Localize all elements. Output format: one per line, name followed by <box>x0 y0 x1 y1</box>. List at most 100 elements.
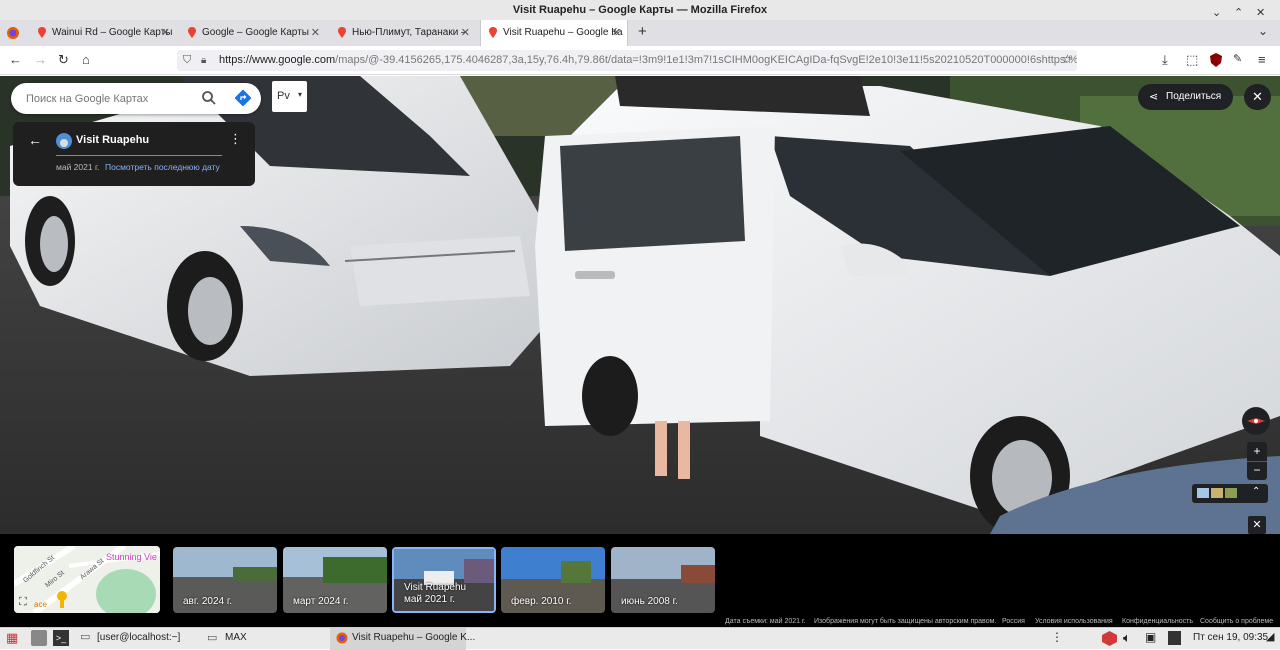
caret-down-icon: ▾ <box>297 90 302 99</box>
timeline-card-mar-2024[interactable]: март 2024 г. <box>283 547 387 613</box>
share-button[interactable]: ⋖ Поделиться <box>1138 84 1233 110</box>
extensions-icon[interactable]: ⬚ <box>1186 52 1198 68</box>
os-taskbar: ▦ >_ ▭ [user@localhost:~] ▭ MAX Visit Ru… <box>0 627 1280 650</box>
tab-list-icon[interactable]: ⌄ <box>1258 24 1268 38</box>
layer-thumbnails[interactable]: ⌃ <box>1192 484 1268 503</box>
tab-bar: Wainui Rd – Google Карты ✕ Google – Googl… <box>0 20 1280 46</box>
tab-google[interactable]: Google – Google Карты ✕ <box>180 20 326 46</box>
timeline-date: май 2021 г. <box>404 594 456 605</box>
new-tab-icon[interactable]: + <box>638 23 647 40</box>
package-icon[interactable] <box>1102 631 1117 646</box>
ublock-icon[interactable] <box>1209 53 1223 67</box>
menu-icon[interactable]: ≡ <box>1258 52 1266 67</box>
maps-pin-icon <box>38 27 46 38</box>
layer-select-button[interactable]: Рv ▾ <box>272 81 307 112</box>
task-terminal[interactable]: [user@localhost:~] <box>97 632 180 643</box>
tab-visit-ruapehu[interactable]: Visit Ruapehu – Google Ка ✕ <box>480 20 628 46</box>
timeline-card-aug-2024[interactable]: авг. 2024 г. <box>173 547 277 613</box>
search-icon[interactable] <box>202 91 216 105</box>
url-path: /maps/@-39.4156265,175.4046287,3a,15y,76… <box>335 54 1077 66</box>
shield-icon[interactable]: ⛉ <box>183 50 191 71</box>
notifications-icon[interactable]: ◢ <box>1266 630 1274 643</box>
task-firefox[interactable]: Visit Ruapehu – Google K... <box>352 632 475 643</box>
more-icon[interactable]: ⋮ <box>1051 630 1063 644</box>
map-thumb[interactable] <box>1225 488 1237 498</box>
task-max[interactable]: MAX <box>225 632 247 643</box>
home-icon[interactable]: ⌂ <box>82 52 90 67</box>
close-tab-icon[interactable]: ✕ <box>612 20 621 46</box>
timeline-date: авг. 2024 г. <box>183 596 233 607</box>
back-arrow-icon[interactable]: ← <box>28 132 42 148</box>
poi-label: ace <box>34 600 47 609</box>
poi-label: Stunning Vie <box>106 552 157 562</box>
divider <box>56 155 222 156</box>
footer-report-link[interactable]: Сообщить о проблеме <box>1200 618 1273 625</box>
expand-up-icon[interactable]: ⌃ <box>1252 486 1260 497</box>
navigation-bar: ← → ↻ ⌂ ⛉ 🔒︎ https://www.google.com/maps… <box>0 46 1280 75</box>
zoom-in-icon[interactable]: + <box>1247 442 1267 461</box>
volume-icon[interactable]: 🔈︎ <box>1123 630 1131 646</box>
tab-new-plymouth[interactable]: Нью-Плимут, Таранаки – ✕ <box>330 20 476 46</box>
search-input[interactable] <box>26 89 196 108</box>
layer-select-label: Рv <box>277 90 290 102</box>
apps-menu-icon[interactable]: ▦ <box>6 630 18 646</box>
close-street-view-button[interactable]: ✕ <box>1244 84 1271 110</box>
lock-icon[interactable]: 🔒︎ <box>201 50 206 71</box>
tab-wainui-rd[interactable]: Wainui Rd – Google Карты ✕ <box>30 20 176 46</box>
clock[interactable]: Пт сен 19, 09:35 <box>1193 632 1268 643</box>
satellite-thumb[interactable] <box>1197 488 1209 498</box>
zoom-control: + − <box>1247 442 1267 480</box>
firefox-icon <box>336 632 348 644</box>
map-footer: Дата съемки: май 2021 г. Изображения мог… <box>0 618 1280 627</box>
close-tab-icon[interactable]: ✕ <box>461 20 470 46</box>
display-icon[interactable]: ▣ <box>1145 630 1156 644</box>
window-icon: ▭ <box>80 631 91 643</box>
downloads-icon[interactable]: ⤓ <box>1162 52 1168 68</box>
footer-terms-link[interactable]: Условия использования <box>1035 618 1113 625</box>
battery-icon[interactable] <box>1168 631 1181 645</box>
timeline-card-feb-2010[interactable]: февр. 2010 г. <box>501 547 605 613</box>
terminal-icon[interactable]: >_ <box>53 630 69 646</box>
search-box[interactable] <box>11 83 261 114</box>
latest-date-link[interactable]: Посмотреть последнюю дату <box>105 162 220 172</box>
minimap[interactable]: Goldfinch St Miro St Arawa St Stunning V… <box>14 546 160 613</box>
close-timeline-button[interactable]: ✕ <box>1248 516 1266 534</box>
compass-icon[interactable] <box>1241 406 1271 436</box>
share-icon: ⋖ <box>1149 91 1159 103</box>
timeline-date: март 2024 г. <box>293 596 349 607</box>
directions-icon[interactable] <box>235 90 251 106</box>
url-bar[interactable]: ⛉ 🔒︎ https://www.google.com/maps/@-39.41… <box>177 50 1077 71</box>
window-icon: ▭ <box>207 632 218 644</box>
addon-icon[interactable]: ✎ <box>1233 52 1242 65</box>
place-title: Visit Ruapehu <box>76 134 150 146</box>
close-icon: ✕ <box>1252 89 1263 104</box>
more-options-icon[interactable]: ⋮ <box>229 131 242 147</box>
close-tab-icon[interactable]: ✕ <box>161 20 170 46</box>
footer-privacy-link[interactable]: Конфиденциальность <box>1122 618 1193 625</box>
maps-pin-icon <box>188 27 196 38</box>
bookmark-star-icon[interactable]: ☆ <box>1062 52 1073 66</box>
timeline-place: Visit Ruapehu <box>404 582 467 593</box>
window-title-bar: Visit Ruapehu – Google Карты — Mozilla F… <box>0 0 1280 20</box>
timeline-card-may-2021[interactable]: Visit Ruapehu май 2021 г. <box>392 547 496 613</box>
zoom-out-icon[interactable]: − <box>1247 461 1267 480</box>
terrain-thumb[interactable] <box>1211 488 1223 498</box>
timeline-strip: Goldfinch St Miro St Arawa St Stunning V… <box>0 534 1280 627</box>
expand-map-icon[interactable]: ⛶ <box>19 596 27 609</box>
capture-date: май 2021 г. <box>56 162 100 172</box>
back-icon[interactable]: ← <box>9 52 22 67</box>
place-avatar-icon <box>56 133 72 149</box>
maps-pin-icon <box>489 27 497 38</box>
timeline-date: февр. 2010 г. <box>511 596 572 607</box>
maps-pin-icon <box>338 27 346 38</box>
timeline-date: июнь 2008 г. <box>621 596 678 607</box>
file-manager-icon[interactable] <box>31 630 47 646</box>
forward-icon[interactable]: → <box>34 52 47 67</box>
footer-capture-date: Дата съемки: май 2021 г. <box>725 618 806 625</box>
footer-country[interactable]: Россия <box>1002 618 1025 625</box>
close-tab-icon[interactable]: ✕ <box>311 20 320 46</box>
timeline-card-jun-2008[interactable]: июнь 2008 г. <box>611 547 715 613</box>
firefox-icon[interactable] <box>6 26 20 40</box>
reload-icon[interactable]: ↻ <box>58 52 69 68</box>
footer-copyright: Изображения могут быть защищены авторски… <box>814 618 997 625</box>
